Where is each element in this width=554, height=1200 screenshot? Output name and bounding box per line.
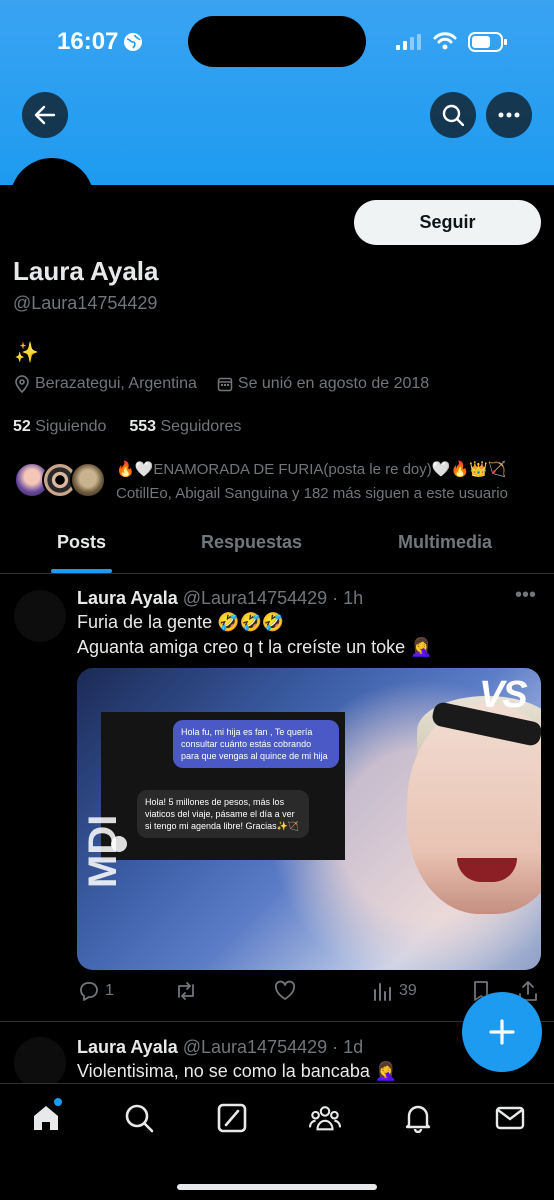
profile-handle: @Laura14754429 xyxy=(13,293,158,313)
profile-bio: ✨ xyxy=(14,342,39,364)
profile-location: Berazategui, Argentina xyxy=(35,375,197,392)
more-options-button[interactable] xyxy=(486,92,532,138)
following-count: 52 xyxy=(13,418,31,435)
follower-avatar xyxy=(70,462,106,498)
chat-bubble-incoming: Hola! 5 millones de pesos, más los viati… xyxy=(137,790,309,838)
mail-icon xyxy=(495,1106,525,1130)
media-logo: VS xyxy=(479,674,528,716)
nav-messages[interactable] xyxy=(494,1102,526,1134)
bottom-navigation xyxy=(0,1083,554,1200)
search-icon xyxy=(442,104,464,126)
tab-media[interactable]: Multimedia xyxy=(398,532,492,553)
retweet-button[interactable] xyxy=(174,980,204,1002)
tweet-text-line: Aguanta amiga creo q t la creíste un tok… xyxy=(77,637,433,657)
tweet-author-name[interactable]: Laura Ayala xyxy=(77,1037,178,1057)
tweet-time: · 1d xyxy=(332,1037,364,1057)
home-notification-dot xyxy=(54,1098,62,1106)
arrow-left-icon xyxy=(34,105,56,125)
follow-counts: 52 Siguiendo 553 Seguidores xyxy=(13,418,241,436)
profile-joined: Se unió en agosto de 2018 xyxy=(237,375,430,392)
signal-icon xyxy=(396,34,422,55)
follow-button[interactable]: Seguir xyxy=(354,200,541,245)
like-button[interactable] xyxy=(273,980,303,1002)
tweet-author-handle: @Laura14754429 xyxy=(182,1037,328,1057)
tweet-text: Furia de la gente 🤣🤣🤣 Aguanta amiga creo… xyxy=(77,610,433,660)
compose-post-button[interactable] xyxy=(462,992,542,1072)
following-label: Siguiendo xyxy=(35,418,107,435)
active-tab-indicator xyxy=(51,569,112,573)
calendar-icon xyxy=(217,376,233,392)
nav-home[interactable] xyxy=(30,1102,62,1134)
tweet-author-name[interactable]: Laura Ayala xyxy=(77,588,178,608)
home-indicator xyxy=(177,1184,377,1190)
tweet-text: Violentisima, no se como la bancaba 🤦‍♀️ xyxy=(77,1059,397,1084)
tweet-text-line: Violentisima, no se como la bancaba 🤦‍♀️ xyxy=(77,1061,398,1081)
tweet-header: Laura Ayala @Laura14754429 · 1d xyxy=(77,1037,363,1058)
followers-label: Seguidores xyxy=(160,418,242,435)
followers-link[interactable]: 553 Seguidores xyxy=(129,418,241,435)
more-horizontal-icon xyxy=(498,112,520,118)
reply-icon xyxy=(80,982,98,1001)
plus-icon xyxy=(489,1019,515,1045)
back-button[interactable] xyxy=(22,92,68,138)
media-chat-screenshot: Hola fu, mi hija es fan , Te quería cons… xyxy=(101,712,345,860)
media-side-word: MDI xyxy=(81,814,125,888)
grok-icon xyxy=(217,1103,247,1133)
followers-count: 553 xyxy=(129,418,157,435)
views-icon xyxy=(374,983,391,1001)
profile-avatar[interactable] xyxy=(10,158,94,242)
profile-tabs: Posts Respuestas Multimedia xyxy=(0,522,554,574)
views-count: 39 xyxy=(399,982,417,999)
tweet-media-image[interactable]: VS Hola fu, mi hija es fan , Te quería c… xyxy=(77,668,541,970)
tweet-author-handle: @Laura14754429 xyxy=(182,588,328,608)
tweet-avatar[interactable] xyxy=(14,590,66,642)
bell-icon xyxy=(405,1105,431,1133)
communities-icon xyxy=(309,1106,341,1131)
nav-grok[interactable] xyxy=(216,1102,248,1134)
tweet-avatar[interactable] xyxy=(14,1037,66,1089)
followers-you-know-text: 🔥🤍ENAMORADA DE FURIA(posta le re doy)🤍🔥👑… xyxy=(116,458,546,506)
search-icon xyxy=(125,1104,154,1133)
views-button[interactable]: 39 xyxy=(371,980,417,1002)
nav-notifications[interactable] xyxy=(402,1102,434,1134)
heart-icon xyxy=(274,980,296,1000)
location-icon xyxy=(14,375,30,393)
followers-you-know-line1: 🔥🤍ENAMORADA DE FURIA(posta le re doy)🤍🔥👑… xyxy=(116,461,507,478)
globe-icon xyxy=(123,32,143,57)
profile-name: Laura Ayala xyxy=(13,256,159,286)
chat-bubble-outgoing: Hola fu, mi hija es fan , Te quería cons… xyxy=(173,720,339,768)
wifi-icon xyxy=(433,31,457,56)
tweet-time: · 1h xyxy=(332,588,364,608)
search-button[interactable] xyxy=(430,92,476,138)
following-link[interactable]: 52 Siguiendo xyxy=(13,418,106,435)
followers-you-know[interactable]: 🔥🤍ENAMORADA DE FURIA(posta le re doy)🤍🔥👑… xyxy=(14,458,554,506)
reply-count: 1 xyxy=(105,982,114,999)
retweet-icon xyxy=(178,982,194,1000)
tweet-more-button[interactable]: ••• xyxy=(515,584,536,607)
nav-communities[interactable] xyxy=(309,1102,341,1134)
tab-posts[interactable]: Posts xyxy=(57,532,106,553)
reply-button[interactable]: 1 xyxy=(77,980,114,1002)
dynamic-island xyxy=(188,16,366,67)
home-icon xyxy=(34,1106,58,1130)
tweet-header: Laura Ayala @Laura14754429 · 1h xyxy=(77,588,363,609)
followers-you-know-line2: CotillEo, Abigail Sanguina y 182 más sig… xyxy=(116,485,508,502)
status-time: 16:07 xyxy=(57,28,119,55)
tab-replies[interactable]: Respuestas xyxy=(201,532,302,553)
tweet-text-line: Furia de la gente 🤣🤣🤣 xyxy=(77,612,285,632)
nav-search[interactable] xyxy=(123,1102,155,1134)
profile-meta: Berazategui, Argentina Se unió en agosto… xyxy=(14,375,429,393)
battery-icon xyxy=(468,32,508,57)
